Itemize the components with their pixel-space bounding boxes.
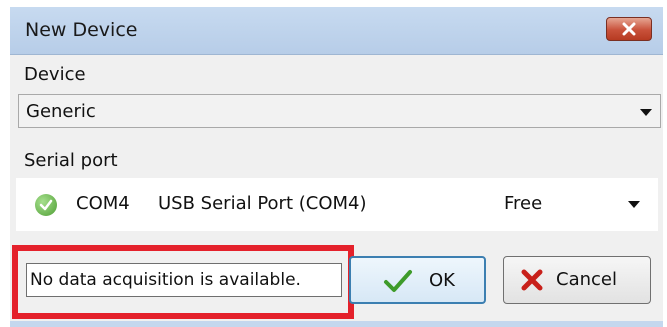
highlight-annotation xyxy=(12,245,354,319)
close-button[interactable] xyxy=(606,17,652,41)
device-label: Device xyxy=(24,64,86,85)
x-icon xyxy=(521,269,543,291)
chevron-down-icon[interactable] xyxy=(628,201,640,208)
ok-button[interactable]: OK xyxy=(349,256,486,304)
serial-port-dropdown[interactable]: COM4 USB Serial Port (COM4) Free xyxy=(16,178,658,231)
window-bottom-border xyxy=(10,321,663,327)
check-circle-icon xyxy=(35,194,57,216)
dialog-body: Device Generic Serial port COM4 USB Seri… xyxy=(10,55,663,321)
port-availability: Free xyxy=(504,193,543,214)
cancel-label: Cancel xyxy=(556,269,617,290)
device-selected-value: Generic xyxy=(26,101,96,122)
chevron-down-icon[interactable] xyxy=(640,109,652,116)
cancel-button[interactable]: Cancel xyxy=(503,256,651,304)
serial-port-label: Serial port xyxy=(24,150,118,171)
device-dropdown[interactable]: Generic xyxy=(18,94,661,128)
close-icon xyxy=(622,22,636,36)
port-name: COM4 xyxy=(76,193,130,214)
checkmark-icon xyxy=(384,270,412,292)
window-title: New Device xyxy=(25,19,138,41)
ok-label: OK xyxy=(429,270,455,291)
port-description: USB Serial Port (COM4) xyxy=(158,193,367,214)
title-bar: New Device xyxy=(10,7,663,55)
